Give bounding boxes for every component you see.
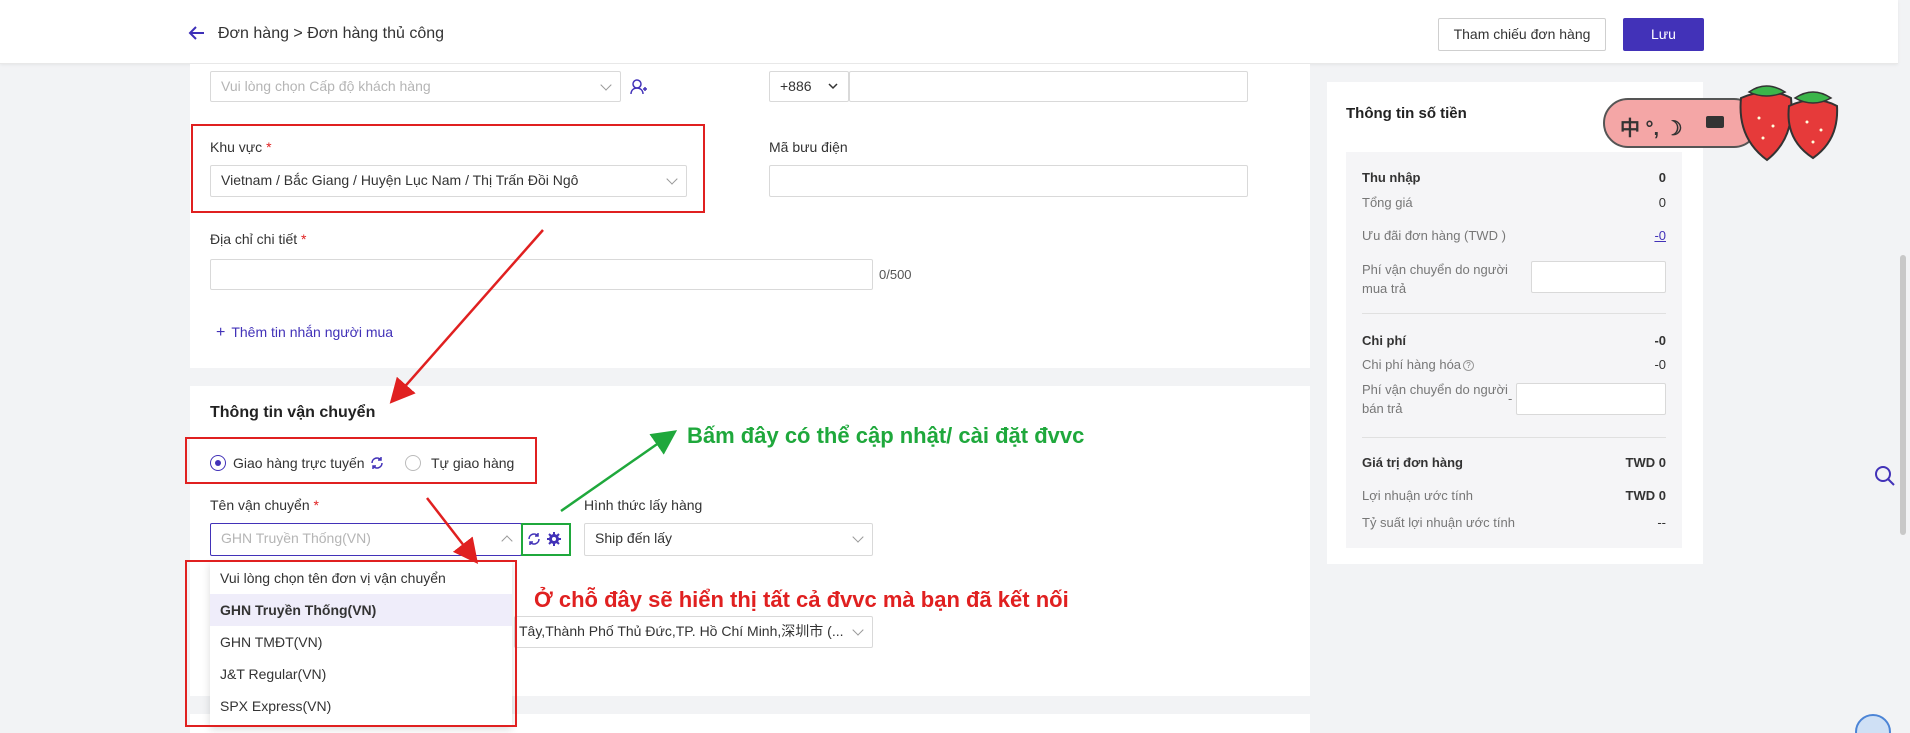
ime-toolbar-chars: 中 °, ☽ [1620, 118, 1683, 140]
profit-margin-value: -- [1657, 515, 1666, 530]
order-discount-label: Ưu đãi đơn hàng (TWD ) [1362, 228, 1506, 243]
help-icon: ? [1463, 360, 1475, 372]
profit-margin-label: Tỷ suất lợi nhuận ước tính [1362, 515, 1515, 530]
scrollbar-thumb[interactable] [1900, 255, 1906, 535]
income-value: 0 [1658, 170, 1666, 185]
seller-shipping-label: Phí vận chuyển do người bán trả [1362, 382, 1508, 416]
order-value-label: Giá trị đơn hàng [1362, 455, 1463, 470]
shirt-icon [1706, 116, 1724, 128]
seller-shipping-input[interactable] [1516, 383, 1666, 415]
total-price-label: Tổng giá [1362, 195, 1413, 210]
buyer-shipping-input[interactable] [1531, 261, 1666, 293]
summary-title: Thông tin số tiền [1346, 105, 1467, 122]
cost-label: Chi phí [1362, 333, 1407, 348]
estimated-profit-label: Lợi nhuận ước tính [1362, 488, 1474, 503]
income-label: Thu nhập [1362, 170, 1421, 185]
goods-cost-label: Chi phí hàng hóa? [1362, 357, 1475, 372]
order-discount-link[interactable]: -0 [1600, 228, 1666, 243]
summary-divider-1 [1362, 313, 1666, 314]
search-icon[interactable] [1874, 465, 1896, 492]
goods-cost-value: -0 [1654, 357, 1666, 372]
seller-shipping-prefix: - [1508, 391, 1513, 406]
cost-value: -0 [1654, 333, 1666, 348]
strawberry-icon [1739, 85, 1839, 162]
buyer-shipping-label: Phí vận chuyển do người mua trả [1362, 262, 1508, 296]
order-value: TWD 0 [1625, 455, 1666, 470]
summary-divider-2 [1362, 437, 1666, 438]
total-price-value: 0 [1658, 195, 1666, 210]
estimated-profit-value: TWD 0 [1625, 488, 1666, 503]
